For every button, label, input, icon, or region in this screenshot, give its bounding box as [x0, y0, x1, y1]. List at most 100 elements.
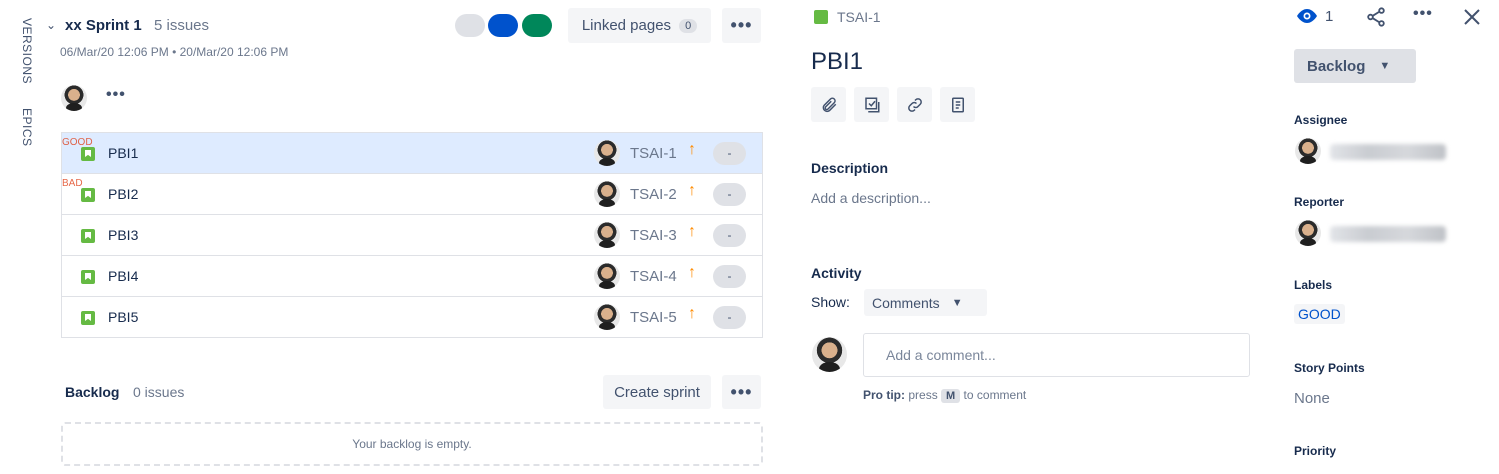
issue-title: PBI1	[108, 145, 139, 161]
linked-pages-button[interactable]: Linked pages 0	[568, 8, 711, 43]
estimate-badge: -	[713, 306, 746, 329]
avatar[interactable]	[61, 85, 87, 111]
detail-more-button[interactable]: •••	[1413, 5, 1433, 23]
issue-key[interactable]: TSAI-4	[630, 268, 677, 285]
label-tag[interactable]: GOOD	[1294, 304, 1345, 324]
story-icon	[81, 188, 95, 202]
sprint-dates: 06/Mar/20 12:06 PM • 20/Mar/20 12:06 PM	[60, 45, 288, 59]
comment-input[interactable]: Add a comment...	[863, 333, 1250, 377]
pro-tip-bold: Pro tip:	[863, 388, 905, 402]
chevron-down-icon: ▼	[951, 296, 963, 309]
add-page-button[interactable]	[940, 87, 975, 122]
todo-status-count	[455, 14, 485, 37]
table-row[interactable]: PBI3 TSAI-3 ↑ -	[62, 215, 762, 256]
add-subtask-button[interactable]	[854, 87, 889, 122]
issue-key[interactable]: TSAI-2	[630, 186, 677, 203]
story-icon	[81, 270, 95, 284]
epics-tab[interactable]: EPICS	[20, 108, 34, 147]
sprint-issue-list: GOOD PBI1 TSAI-1 ↑ - BAD PBI2 TSAI-2 ↑ -…	[61, 132, 763, 338]
paperclip-icon	[822, 96, 836, 112]
story-icon	[81, 229, 95, 243]
story-icon	[814, 10, 828, 24]
priority-high-icon: ↑	[688, 264, 696, 281]
link-icon	[907, 97, 922, 112]
story-points-label: Story Points	[1294, 361, 1365, 375]
watch-button[interactable]: 1	[1295, 6, 1333, 26]
sprint-start-date: 06/Mar/20 12:06 PM	[60, 45, 169, 59]
table-row[interactable]: PBI5 TSAI-5 ↑ -	[62, 297, 762, 337]
chevron-down-icon: ▼	[1379, 60, 1391, 72]
pro-tip-rest: to comment	[963, 388, 1027, 402]
assignee-avatar[interactable]	[594, 222, 620, 248]
priority-high-icon: ↑	[688, 141, 696, 158]
reporter-label: Reporter	[1294, 195, 1345, 209]
eye-icon	[1297, 9, 1317, 23]
more-icon: •••	[730, 15, 753, 35]
show-label: Show:	[811, 294, 850, 310]
sprint-end-date: 20/Mar/20 12:06 PM	[179, 45, 289, 59]
assignee-avatar[interactable]	[594, 181, 620, 207]
assignee-label: Assignee	[1294, 113, 1348, 127]
close-icon[interactable]	[1462, 7, 1482, 27]
issue-key[interactable]: TSAI-3	[630, 227, 677, 244]
table-row[interactable]: GOOD PBI1 TSAI-1 ↑ -	[62, 133, 762, 174]
pro-tip-press: press	[908, 388, 938, 402]
table-row[interactable]: BAD PBI2 TSAI-2 ↑ -	[62, 174, 762, 215]
priority-label: Priority	[1294, 444, 1337, 458]
activity-filter-value: Comments	[872, 294, 940, 311]
sprint-issue-count: 5 issues	[154, 17, 210, 34]
link-issue-button[interactable]	[897, 87, 932, 122]
activity-heading: Activity	[811, 265, 862, 281]
story-icon	[81, 311, 95, 325]
assignee-avatar[interactable]	[594, 304, 620, 330]
avatar	[812, 337, 847, 372]
share-icon[interactable]	[1365, 6, 1387, 28]
detail-issue-key[interactable]: TSAI-1	[837, 9, 881, 25]
assignee-avatar[interactable]	[594, 140, 620, 166]
assignee-avatar[interactable]	[1295, 138, 1321, 164]
estimate-badge: -	[713, 183, 746, 206]
issue-key[interactable]: TSAI-5	[630, 309, 677, 326]
watch-count: 1	[1325, 7, 1334, 25]
reporter-avatar[interactable]	[1295, 220, 1321, 246]
date-separator: •	[172, 45, 177, 59]
assignee-name-redacted[interactable]	[1330, 144, 1446, 160]
linked-pages-label: Linked pages	[581, 17, 672, 34]
issue-title: PBI2	[108, 186, 139, 202]
estimate-badge: -	[713, 142, 746, 165]
issue-title: PBI3	[108, 227, 139, 243]
story-points-value[interactable]: None	[1294, 390, 1330, 407]
versions-tab[interactable]: VERSIONS	[20, 18, 34, 84]
sprint-more-button[interactable]: •••	[722, 8, 761, 43]
description-heading: Description	[811, 160, 889, 176]
status-value: Backlog	[1307, 57, 1366, 75]
table-row[interactable]: PBI4 TSAI-4 ↑ -	[62, 256, 762, 297]
in-progress-status-count	[488, 14, 518, 37]
status-dropdown[interactable]: Backlog ▼	[1294, 49, 1416, 83]
create-sprint-button[interactable]: Create sprint	[603, 375, 711, 409]
description-field[interactable]: Add a description...	[811, 190, 931, 206]
more-avatars-icon[interactable]: •••	[106, 86, 126, 104]
reporter-name-redacted[interactable]	[1330, 226, 1446, 242]
assignee-avatar[interactable]	[594, 263, 620, 289]
issue-key[interactable]: TSAI-1	[630, 145, 677, 162]
activity-filter-select[interactable]: Comments ▼	[864, 289, 987, 316]
backlog-empty-dropzone: Your backlog is empty.	[61, 422, 763, 466]
collapse-sprint-icon[interactable]: ⌄	[46, 18, 56, 32]
issue-title: PBI4	[108, 268, 139, 284]
page-icon	[951, 97, 964, 112]
priority-high-icon: ↑	[688, 305, 696, 322]
backlog-empty-message: Your backlog is empty.	[352, 437, 472, 451]
detail-issue-title[interactable]: PBI1	[811, 48, 863, 76]
labels-label: Labels	[1294, 278, 1333, 292]
done-status-count	[522, 14, 552, 37]
shortcut-key: M	[941, 389, 961, 403]
backlog-name: Backlog	[65, 384, 120, 400]
attach-button[interactable]	[811, 87, 846, 122]
backlog-more-button[interactable]: •••	[722, 375, 761, 409]
subtask-icon	[864, 97, 879, 112]
priority-high-icon: ↑	[688, 182, 696, 199]
more-icon: •••	[730, 381, 753, 402]
issue-label-flag: BAD	[62, 178, 83, 189]
estimate-badge: -	[713, 265, 746, 288]
